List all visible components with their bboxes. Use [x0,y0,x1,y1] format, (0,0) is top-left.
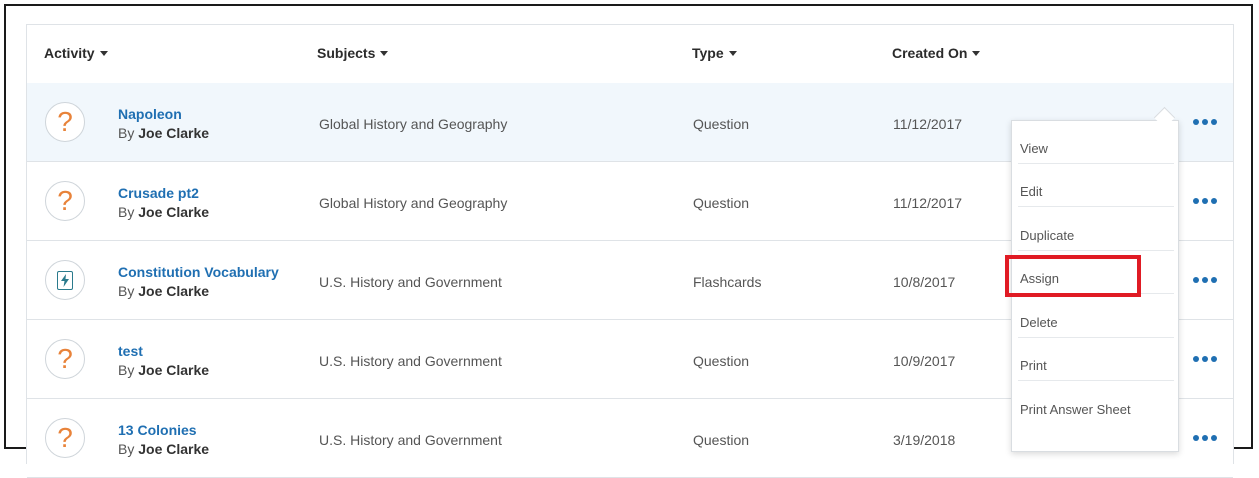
activity-title-link[interactable]: 13 Colonies [118,422,197,438]
caret-down-icon [380,50,389,56]
menu-item-label: Print [1020,358,1047,373]
subject-cell: U.S. History and Government [319,274,502,290]
menu-item-print[interactable]: Print [1018,338,1174,381]
activity-author: By Joe Clarke [118,283,209,299]
more-options-icon[interactable] [1193,435,1217,443]
author-name: Joe Clarke [138,362,210,378]
table-header: Activity Subjects Type Created On [27,25,1233,84]
more-options-icon[interactable] [1193,198,1217,206]
sort-subjects-header[interactable]: Subjects [317,45,389,61]
flashcard-icon [45,260,85,300]
caret-down-icon [972,50,981,56]
subject-cell: U.S. History and Government [319,353,502,369]
by-label: By [118,362,135,378]
activity-author: By Joe Clarke [118,362,209,378]
menu-item-print-answer-sheet[interactable]: Print Answer Sheet [1018,382,1174,425]
subject-cell: Global History and Geography [319,195,508,211]
created-on-header-label: Created On [892,45,968,61]
menu-item-label: View [1020,141,1048,156]
created-on-cell: 10/8/2017 [893,274,956,290]
author-name: Joe Clarke [138,283,210,299]
subject-cell: U.S. History and Government [319,432,502,448]
author-name: Joe Clarke [138,125,210,141]
activity-title-link[interactable]: Constitution Vocabulary [118,264,279,280]
activity-author: By Joe Clarke [118,125,209,141]
more-options-icon[interactable] [1193,356,1217,364]
question-mark-icon: ? [45,418,85,458]
caret-down-icon [99,50,108,56]
activity-title-link[interactable]: test [118,343,143,359]
menu-item-label: Edit [1020,184,1043,199]
created-on-cell: 11/12/2017 [893,195,963,211]
type-cell: Question [693,116,750,132]
more-options-icon[interactable] [1193,119,1217,127]
by-label: By [118,125,135,141]
question-mark-icon: ? [45,339,85,379]
menu-item-label: Duplicate [1020,228,1075,243]
by-label: By [118,204,135,220]
created-on-cell: 10/9/2017 [893,353,956,369]
by-label: By [118,283,135,299]
author-name: Joe Clarke [138,204,210,220]
menu-item-edit[interactable]: Edit [1018,164,1174,207]
type-cell: Question [693,195,750,211]
activity-author: By Joe Clarke [118,441,209,457]
question-mark-icon: ? [45,181,85,221]
menu-item-duplicate[interactable]: Duplicate [1018,208,1174,251]
menu-item-view[interactable]: View [1018,121,1174,164]
sort-created-on-header[interactable]: Created On [892,45,981,61]
assign-highlight-box [1005,255,1141,297]
author-name: Joe Clarke [138,441,210,457]
sort-activity-header[interactable]: Activity [44,45,108,61]
created-on-cell: 3/19/2018 [893,432,956,448]
type-cell: Question [693,353,750,369]
subject-cell: Global History and Geography [319,116,508,132]
by-label: By [118,441,135,457]
activity-title-link[interactable]: Crusade pt2 [118,185,199,201]
type-cell: Flashcards [693,274,762,290]
menu-item-delete[interactable]: Delete [1018,295,1174,338]
sort-type-header[interactable]: Type [692,45,737,61]
subjects-header-label: Subjects [317,45,376,61]
menu-item-label: Print Answer Sheet [1020,402,1131,417]
menu-item-label: Delete [1020,315,1058,330]
type-header-label: Type [692,45,724,61]
type-cell: Question [693,432,750,448]
activity-title-link[interactable]: Napoleon [118,106,182,122]
more-options-icon[interactable] [1193,277,1217,285]
activity-author: By Joe Clarke [118,204,209,220]
activity-header-label: Activity [44,45,95,61]
caret-down-icon [728,50,737,56]
created-on-cell: 11/12/2017 [893,116,963,132]
question-mark-icon: ? [45,102,85,142]
